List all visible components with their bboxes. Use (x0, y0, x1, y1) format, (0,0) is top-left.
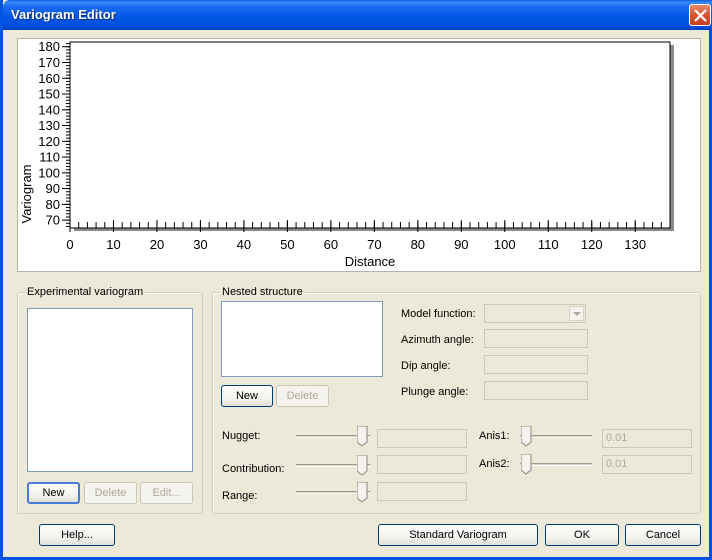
experimental-edit-button[interactable]: Edit... (140, 482, 193, 504)
nested-delete-button[interactable]: Delete (276, 385, 329, 407)
anis1-input[interactable]: 0.01 (602, 429, 692, 448)
nugget-slider-thumb[interactable] (357, 426, 368, 447)
model-function-label: Model function: (401, 308, 476, 320)
experimental-variogram-group: Experimental variogram New Delete Edit..… (17, 286, 203, 514)
y-tick-label: 140 (38, 102, 60, 117)
range-label: Range: (222, 490, 258, 502)
x-axis-label: Distance (345, 254, 396, 269)
x-tick-label: 30 (193, 237, 207, 252)
experimental-variogram-list[interactable] (27, 308, 193, 472)
contribution-slider[interactable] (296, 455, 370, 476)
y-tick-label: 130 (38, 118, 60, 133)
y-tick-label: 110 (39, 150, 60, 165)
nugget-slider[interactable] (296, 426, 370, 447)
variogram-editor-window: Variogram Editor 70 80 90 100 110 120 130 140 15… (0, 0, 712, 560)
dropdown-button[interactable] (569, 306, 584, 321)
contribution-slider-thumb[interactable] (357, 455, 368, 476)
title-bar[interactable]: Variogram Editor (3, 0, 712, 30)
dip-angle-label: Dip angle: (401, 360, 451, 372)
nested-structure-group: Nested structure New Delete Model functi… (212, 286, 701, 514)
window-title: Variogram Editor (11, 7, 116, 22)
x-tick-label: 70 (367, 237, 381, 252)
variogram-chart-panel: 70 80 90 100 110 120 130 140 150 160 170 180 0 10 20 3… (17, 38, 701, 272)
close-button[interactable] (689, 4, 711, 26)
standard-variogram-button[interactable]: Standard Variogram (378, 524, 538, 546)
anis2-slider-thumb[interactable] (521, 454, 532, 475)
anis1-label: Anis1: (479, 430, 510, 442)
y-tick-label: 100 (38, 165, 60, 180)
nested-structure-list[interactable] (221, 301, 383, 377)
plunge-angle-input[interactable] (484, 381, 588, 400)
y-tick-label: 180 (38, 39, 60, 54)
chevron-down-icon (573, 312, 581, 316)
x-tick-label: 20 (150, 237, 164, 252)
model-function-select[interactable] (484, 304, 586, 323)
azimuth-angle-label: Azimuth angle: (401, 334, 474, 346)
range-input[interactable] (377, 482, 467, 501)
x-tick-label: 100 (494, 237, 516, 252)
dip-angle-input[interactable] (484, 355, 588, 374)
x-tick-label: 50 (280, 237, 294, 252)
anis2-label: Anis2: (479, 458, 510, 470)
experimental-new-button[interactable]: New (27, 482, 80, 504)
help-button[interactable]: Help... (39, 524, 115, 546)
experimental-delete-button[interactable]: Delete (84, 482, 137, 504)
y-axis-label: Variogram (19, 164, 34, 223)
y-tick-label: 80 (46, 197, 60, 212)
x-tick-label: 130 (624, 237, 646, 252)
anis2-input[interactable]: 0.01 (602, 455, 692, 474)
y-tick-label: 160 (38, 71, 60, 86)
x-tick-label: 10 (106, 237, 120, 252)
anis1-slider[interactable] (520, 426, 592, 447)
close-icon (694, 9, 707, 22)
x-tick-label: 80 (411, 237, 425, 252)
y-tick-label: 150 (38, 87, 60, 102)
anis2-slider[interactable] (520, 454, 592, 475)
nested-structure-legend: Nested structure (220, 286, 305, 298)
x-tick-label: 110 (538, 237, 559, 252)
x-tick-label: 120 (581, 237, 603, 252)
x-tick-label: 60 (324, 237, 338, 252)
x-tick-label: 0 (66, 237, 73, 252)
azimuth-angle-input[interactable] (484, 329, 588, 348)
y-tick-label: 70 (46, 213, 60, 228)
experimental-variogram-legend: Experimental variogram (25, 286, 146, 298)
range-slider[interactable] (296, 482, 370, 503)
nested-new-button[interactable]: New (221, 385, 273, 407)
range-slider-thumb[interactable] (357, 482, 368, 503)
cancel-button[interactable]: Cancel (625, 524, 701, 546)
nugget-input[interactable] (377, 429, 467, 448)
contribution-label: Contribution: (222, 463, 285, 475)
plot-area (69, 41, 671, 229)
nugget-label: Nugget: (222, 430, 261, 442)
x-tick-label: 40 (237, 237, 251, 252)
contribution-input[interactable] (377, 455, 467, 474)
anis1-slider-thumb[interactable] (521, 426, 532, 447)
x-tick-label: 90 (454, 237, 468, 252)
y-tick-label: 120 (38, 134, 60, 149)
ok-button[interactable]: OK (545, 524, 619, 546)
y-tick-label: 90 (46, 181, 60, 196)
y-axis: 708090100110120130140150160170180 (38, 39, 70, 228)
plunge-angle-label: Plunge angle: (401, 386, 469, 398)
y-tick-label: 170 (38, 55, 60, 70)
variogram-chart: 708090100110120130140150160170180 0 10 20 3… (19, 39, 674, 269)
